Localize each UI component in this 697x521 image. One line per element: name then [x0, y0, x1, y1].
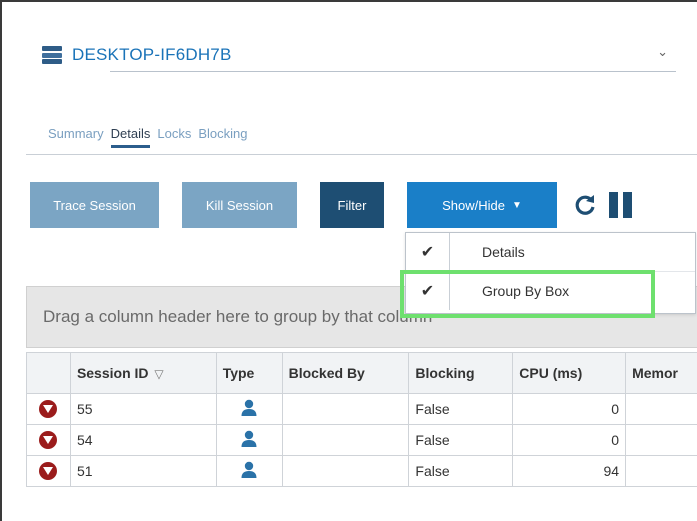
tab-blocking[interactable]: Blocking [198, 126, 247, 148]
user-icon [240, 399, 258, 420]
server-selector[interactable]: DESKTOP-IF6DH7B ⌄ [42, 38, 682, 72]
pause-icon[interactable] [609, 192, 633, 218]
cpu-cell: 0 [512, 424, 627, 456]
show-hide-menu: ✔ Details ✔ Group By Box [405, 232, 696, 314]
blocking-cell: False [408, 455, 514, 487]
toolbar: Trace Session Kill Session Filter Show/H… [30, 182, 633, 228]
tab-bar: Summary Details Locks Blocking [48, 126, 247, 148]
menu-item-details[interactable]: ✔ Details [406, 233, 695, 271]
cpu-cell: 94 [512, 455, 627, 487]
column-header-blocked-by[interactable]: Blocked By [281, 352, 410, 394]
caret-down-icon: ▼ [511, 199, 522, 211]
user-icon [240, 430, 258, 451]
blocked-by-cell [281, 393, 410, 425]
chevron-down-icon[interactable]: ⌄ [657, 44, 668, 60]
tab-locks[interactable]: Locks [157, 126, 191, 148]
show-hide-button[interactable]: Show/Hide ▼ [407, 182, 557, 228]
column-header-session-id[interactable]: Session ID ▽ [69, 352, 217, 394]
group-by-hint: Drag a column header here to group by th… [43, 307, 433, 326]
blocked-by-cell [281, 424, 410, 456]
trace-session-button[interactable]: Trace Session [30, 182, 159, 228]
server-icon [42, 46, 62, 64]
column-header-cpu[interactable]: CPU (ms) [512, 352, 627, 394]
cpu-cell: 0 [512, 393, 627, 425]
show-hide-label: Show/Hide [442, 197, 505, 213]
session-panel: DESKTOP-IF6DH7B ⌄ Summary Details Locks … [0, 0, 697, 521]
session-id-cell: 54 [69, 424, 217, 456]
table-row[interactable]: 54 False 0 [26, 424, 697, 456]
blocking-cell: False [408, 393, 514, 425]
table-header-row: Session ID ▽ Type Blocked By Blocking CP… [26, 352, 697, 394]
kill-session-icon[interactable] [39, 431, 58, 450]
check-icon: ✔ [406, 233, 450, 271]
session-id-cell: 55 [69, 393, 217, 425]
column-header-status [26, 352, 71, 394]
column-header-type[interactable]: Type [215, 352, 283, 394]
refresh-icon[interactable] [571, 191, 599, 219]
server-underline [110, 71, 676, 72]
menu-item-group-by-box[interactable]: ✔ Group By Box [406, 271, 695, 310]
check-icon: ✔ [406, 271, 450, 310]
sort-icon[interactable]: ▽ [154, 367, 163, 381]
server-name: DESKTOP-IF6DH7B [72, 45, 232, 64]
kill-session-button[interactable]: Kill Session [182, 182, 297, 228]
blocking-cell: False [408, 424, 514, 456]
memory-cell [625, 424, 697, 456]
memory-cell [625, 455, 697, 487]
divider [26, 154, 697, 155]
table-row[interactable]: 51 False 94 [26, 455, 697, 487]
user-icon [240, 461, 258, 482]
blocked-by-cell [281, 455, 410, 487]
memory-cell [625, 393, 697, 425]
filter-button[interactable]: Filter [320, 182, 384, 228]
menu-item-label: Details [482, 244, 525, 260]
sessions-table: Session ID ▽ Type Blocked By Blocking CP… [26, 352, 697, 487]
tab-summary[interactable]: Summary [48, 126, 104, 148]
table-row[interactable]: 55 False 0 [26, 393, 697, 425]
kill-session-icon[interactable] [39, 462, 58, 481]
menu-item-label: Group By Box [482, 282, 570, 299]
tab-details[interactable]: Details [110, 126, 151, 148]
column-header-memory[interactable]: Memor [625, 352, 697, 394]
column-header-blocking[interactable]: Blocking [408, 352, 514, 394]
kill-session-icon[interactable] [39, 400, 58, 419]
session-id-cell: 51 [69, 455, 217, 487]
